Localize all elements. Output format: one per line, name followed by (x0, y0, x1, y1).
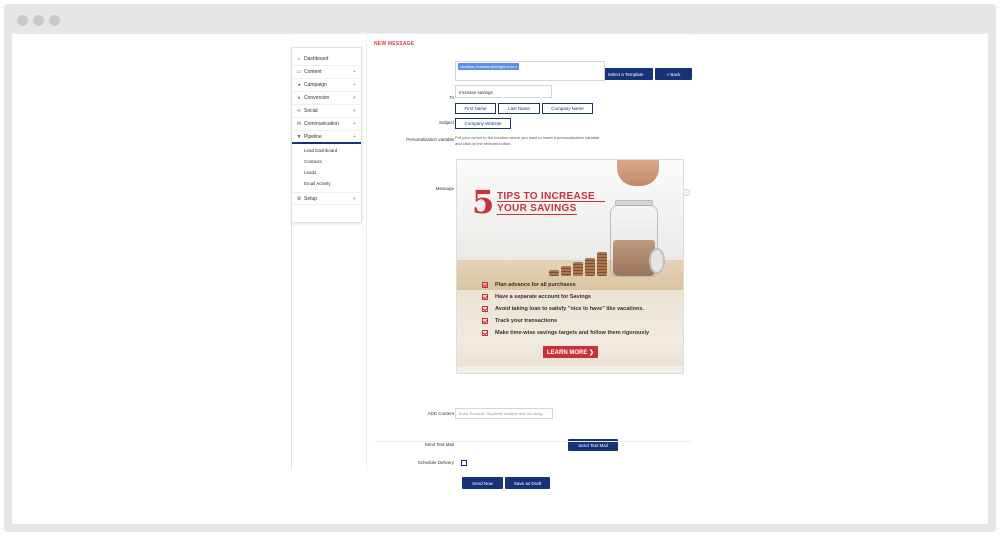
checkbox-icon (482, 318, 488, 324)
email-big-number: 5 (472, 183, 495, 221)
coin-stack (573, 262, 583, 276)
schedule-delivery-checkbox[interactable] (461, 460, 467, 466)
coin-stack (597, 252, 607, 276)
sidebar-subitem-email-activity[interactable]: Email Activity (304, 181, 331, 187)
expand-icon: + (353, 82, 356, 88)
personalization-label: Personalization variable (406, 137, 454, 142)
sidebar-item-social[interactable]: ⋖ Social + (292, 105, 361, 118)
gear-icon: ⚙ (296, 196, 302, 202)
page-title: NEW MESSAGE (374, 41, 415, 47)
expand-icon: + (353, 108, 356, 114)
tip-text: Make time-wise savings targets and follo… (495, 330, 650, 336)
window-dot-close (17, 15, 28, 26)
recipient-chip-text: shobhar.chauhan@bcight.com (460, 64, 515, 69)
add-content-label: ADD Content (427, 411, 454, 416)
sidebar-item-label: Pipeline (304, 134, 322, 140)
headline-underline (497, 201, 605, 202)
home-icon: ⌂ (297, 56, 301, 62)
tip-item: Plan advance for all purchases (482, 280, 682, 292)
coin-stack (585, 258, 595, 276)
sidebar-item-label: Content (304, 69, 322, 75)
tip-text: Avoid taking loan to satisfy "nice to ha… (495, 306, 644, 312)
scroll-handle-icon[interactable]: › (683, 189, 690, 196)
tip-item: Track your transactions (482, 316, 682, 328)
send-now-button[interactable]: Send Now (462, 477, 503, 489)
megaphone-icon: ◂ (297, 82, 301, 88)
sidebar-item-label: Dashboard (304, 56, 329, 62)
tip-item: Have a separate account for Savings (482, 292, 682, 304)
subject-value: Increase savings (459, 90, 493, 95)
schedule-delivery-label: Schedule Delivery (417, 460, 454, 465)
sidebar: ⌂ Dashboard ▭ Content + ◂ Campaign + ↳ C… (291, 47, 362, 223)
last-name-variable-button[interactable]: Last Name (498, 103, 540, 114)
coin-stack (549, 270, 559, 276)
coin-stack (561, 266, 571, 276)
sidebar-subitem-contacts[interactable]: Contacts (304, 159, 322, 165)
remove-recipient-icon[interactable]: x (515, 64, 517, 69)
top-divider (291, 33, 692, 34)
footer-divider (374, 441, 692, 442)
save-as-draft-button[interactable]: Save as Draft (505, 477, 550, 489)
window-dot-minimize (33, 15, 44, 26)
tip-item: Avoid taking loan to satisfy "nice to ha… (482, 304, 682, 316)
back-button[interactable]: « Back (655, 68, 692, 80)
tips-list: Plan advance for all purchases Have a se… (482, 280, 682, 340)
sidebar-border (291, 223, 292, 470)
first-name-variable-button[interactable]: First Name (455, 103, 496, 114)
expand-icon: + (353, 134, 356, 140)
sidebar-item-label: Setup (304, 196, 318, 202)
sidebar-item-campaign[interactable]: ◂ Campaign + (292, 79, 361, 92)
personalization-hint: Put your cursor to the location where yo… (455, 135, 600, 146)
checkbox-icon (482, 282, 488, 288)
jar-open-lid-image (649, 248, 665, 274)
expand-icon: + (353, 196, 356, 202)
message-label: Message (435, 186, 454, 191)
mail-icon: ✉ (296, 121, 302, 127)
expand-icon: + (353, 69, 356, 75)
sidebar-item-label: Conversion (304, 95, 330, 101)
recipient-chip[interactable]: shobhar.chauhan@bcight.com x (458, 63, 520, 70)
share-icon: ⋖ (296, 108, 302, 114)
to-label: To (449, 95, 454, 100)
sidebar-item-content[interactable]: ▭ Content + (292, 66, 361, 79)
company-name-variable-button[interactable]: Company Name (542, 103, 593, 114)
email-preview[interactable]: 5 TIPS TO INCREASE YOUR SAVINGS Plan adv… (456, 159, 684, 374)
sidebar-item-label: Campaign (304, 82, 327, 88)
tip-text: Have a separate account for Savings (495, 294, 591, 300)
checkbox-icon (482, 306, 488, 312)
headline-underline (497, 214, 577, 215)
sidebar-subitem-leads[interactable]: Leads (304, 170, 316, 176)
expand-icon: + (353, 95, 356, 101)
send-test-mail-label: Send Test Mail (424, 442, 454, 447)
sidebar-item-dashboard[interactable]: ⌂ Dashboard (292, 53, 361, 66)
folder-icon: ▭ (296, 69, 302, 75)
subject-label: Subject (438, 120, 454, 125)
sidebar-item-conversion[interactable]: ↳ Conversion + (292, 92, 361, 105)
sidebar-item-label: Social (304, 108, 318, 114)
learn-more-button[interactable]: LEARN MORE ❯ (543, 346, 598, 358)
conversion-icon: ↳ (296, 95, 302, 101)
sidebar-item-setup[interactable]: ⚙ Setup + (292, 192, 361, 205)
sidebar-item-pipeline[interactable]: ▼ Pipeline + (292, 131, 361, 144)
company-website-variable-button[interactable]: Company Website (455, 118, 511, 129)
content-divider (366, 33, 367, 470)
sidebar-item-communication[interactable]: ✉ Communication + (292, 118, 361, 131)
window-dot-maximize (49, 15, 60, 26)
email-headline-2: YOUR SAVINGS (497, 203, 577, 214)
funnel-icon: ▼ (296, 134, 302, 140)
sidebar-subitem-lead-dashboard[interactable]: Lead Dashboard (304, 148, 337, 154)
checkbox-icon (482, 294, 488, 300)
expand-icon: + (353, 121, 356, 127)
sidebar-item-label: Communication (304, 121, 339, 127)
test-email-placeholder: Enter Email-Id. Separate multiple test i… (459, 411, 545, 416)
checkbox-icon (482, 330, 488, 336)
tip-text: Track your transactions (495, 318, 558, 324)
tip-text: Plan advance for all purchases (495, 282, 576, 288)
select-template-button[interactable]: Select a Template (598, 68, 653, 80)
